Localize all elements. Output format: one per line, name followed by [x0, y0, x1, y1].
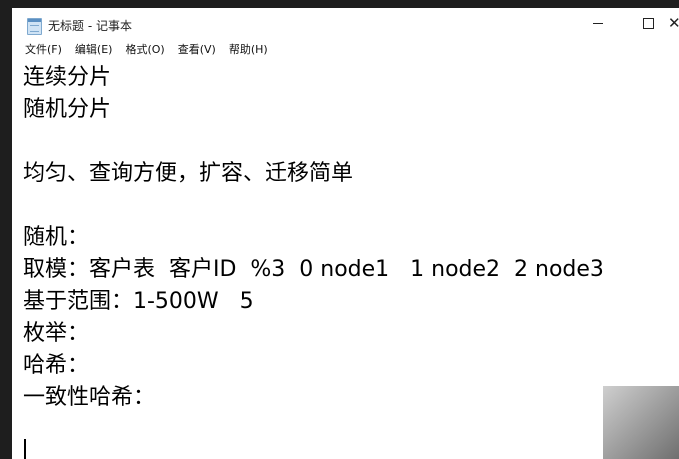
text-line: 一致性哈希： — [23, 385, 156, 410]
text-line: 连续分片 — [23, 65, 112, 90]
menu-help[interactable]: 帮助(H) — [228, 39, 269, 59]
text-line: 基于范围：1-500W 5 — [23, 289, 254, 314]
close-button[interactable]: ✕ — [668, 8, 679, 38]
menu-edit[interactable]: 编辑(E) — [74, 39, 114, 59]
maximize-button[interactable] — [625, 8, 671, 38]
notepad-icon — [27, 18, 42, 35]
text-line: 取模：客户表 客户ID %3 0 node1 1 node2 2 node3 — [23, 257, 604, 282]
menu-format[interactable]: 格式(O) — [124, 39, 165, 59]
text-line: 枚举： — [23, 321, 90, 346]
menu-file[interactable]: 文件(F) — [24, 39, 63, 59]
maximize-icon — [642, 17, 654, 29]
minimize-icon — [593, 22, 603, 24]
notepad-window: 无标题 - 记事本 ✕ 文件(F) 编辑(E) 格式(O) 查看(V) 帮助(H… — [12, 8, 679, 459]
window-title: 无标题 - 记事本 — [48, 19, 132, 33]
text-caret — [24, 439, 26, 459]
text-line: 随机： — [23, 225, 90, 250]
minimize-button[interactable] — [575, 8, 621, 38]
text-line: 均匀、查询方便，扩容、迁移简单 — [23, 161, 354, 186]
menu-bar: 文件(F) 编辑(E) 格式(O) 查看(V) 帮助(H) — [12, 38, 679, 60]
text-line: 哈希： — [23, 353, 90, 378]
menu-view[interactable]: 查看(V) — [177, 39, 217, 59]
text-editor[interactable]: 连续分片 随机分片 均匀、查询方便，扩容、迁移简单 随机： 取模：客户表 客户I… — [12, 62, 679, 459]
corner-overlay — [603, 386, 679, 459]
text-line: 随机分片 — [23, 97, 112, 122]
title-bar[interactable]: 无标题 - 记事本 ✕ — [12, 8, 679, 38]
close-icon: ✕ — [668, 14, 679, 32]
